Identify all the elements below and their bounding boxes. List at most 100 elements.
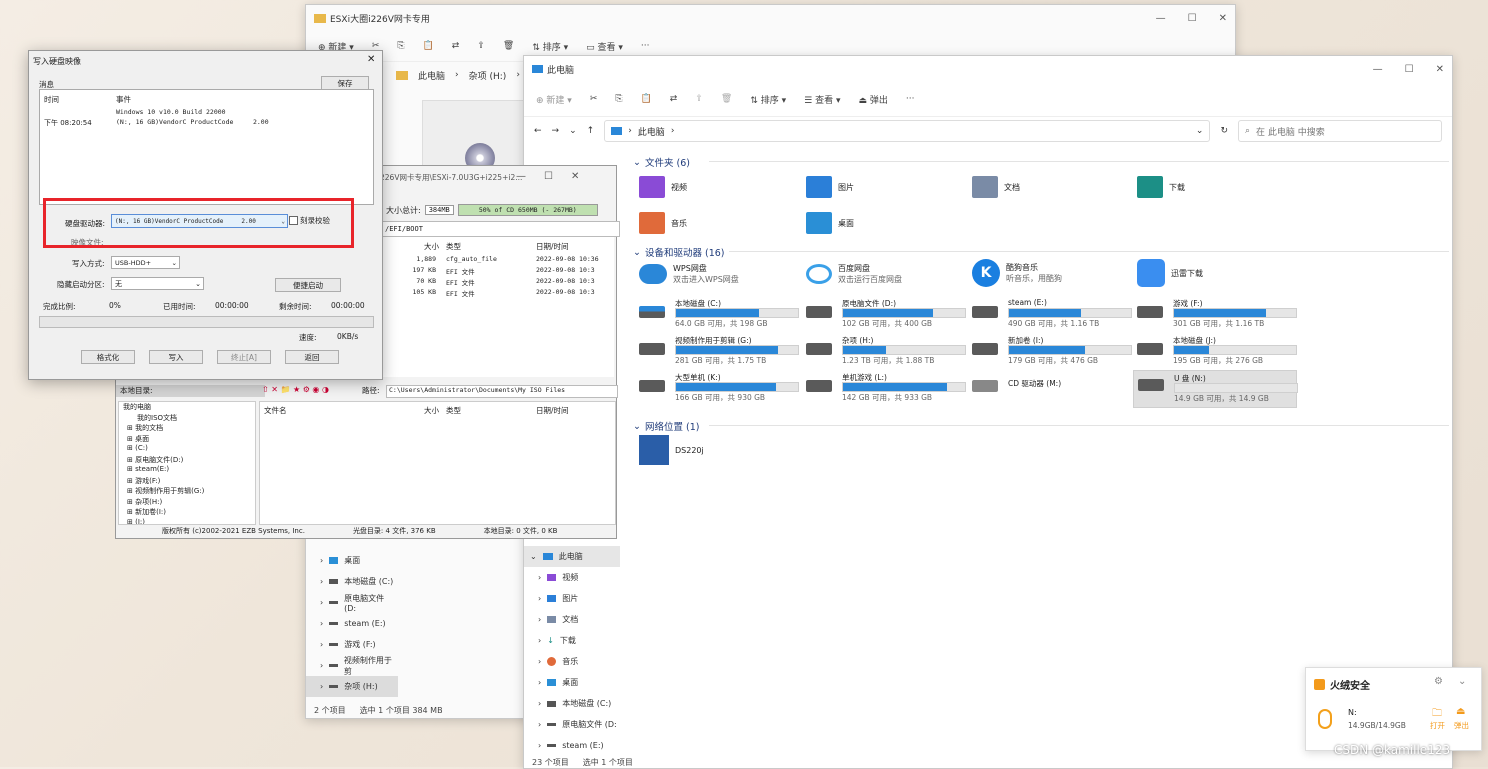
address-box[interactable]: › 此电脑 › ⌄ — [604, 120, 1211, 142]
collapse-icon[interactable]: ⌄ — [1458, 676, 1466, 687]
eject-button[interactable]: ⏏ 弹出 — [858, 93, 887, 106]
cloud-wps[interactable]: WPS网盘 双击进入WPS网盘 — [639, 263, 739, 285]
hide-partition-select[interactable]: 无 ⌄ — [111, 277, 204, 290]
share-icon[interactable]: ⇪ — [695, 94, 703, 104]
iso-file-row[interactable]: 1,889 cfg_auto_file 2022-09-08 10:36 — [380, 255, 614, 265]
copy-icon[interactable]: ⎘ — [615, 94, 622, 104]
close-button[interactable]: ✕ — [1219, 13, 1227, 24]
section-header-folders[interactable]: ⌄ 文件夹 (6) — [633, 155, 690, 170]
local-toolbar[interactable]: ⇧ ✕ 📁 ★ ⚙ ◉ ◑ — [262, 385, 362, 397]
close-button[interactable]: ✕ — [367, 54, 375, 65]
drive-l[interactable]: 单机游戏 (L:) 142 GB 可用，共 933 GB — [806, 372, 966, 402]
folder-music[interactable]: 音乐 — [639, 212, 687, 234]
nav-item[interactable]: › 视频制作用于剪 — [306, 655, 398, 676]
refresh-icon[interactable]: ↻ — [1220, 126, 1228, 136]
drive-f[interactable]: 游戏 (F:) 301 GB 可用，共 1.16 TB — [1137, 298, 1297, 328]
drive-m[interactable]: CD 驱动器 (M:) — [972, 372, 1132, 402]
nav-item[interactable]: › steam (E:) — [524, 735, 620, 756]
sort-button[interactable]: ⇅ 排序 ▾ — [532, 40, 568, 53]
iso-file-row[interactable]: 197 KB EFI 文件 2022-09-08 10:3 — [380, 266, 614, 276]
close-button[interactable]: ✕ — [571, 171, 579, 182]
local-file-list[interactable]: 文件名 大小 类型 日期/时间 — [259, 401, 616, 525]
iso-file-row[interactable]: 105 KB EFI 文件 2022-09-08 10:3 — [380, 288, 614, 298]
share-icon[interactable]: ⇪ — [477, 41, 485, 51]
quick-boot-button[interactable]: 便捷启动 — [275, 278, 341, 292]
tree-item[interactable]: ⊞ 视频制作用于剪辑(G:) — [121, 486, 255, 497]
abort-button[interactable]: 终止[A] — [217, 350, 271, 364]
drive-n[interactable]: U 盘 (N:) 14.9 GB 可用，共 14.9 GB — [1133, 370, 1298, 408]
nav-item[interactable]: › steam (E:) — [306, 613, 398, 634]
folder-videos[interactable]: 视频 — [639, 176, 687, 198]
more-button[interactable]: ··· — [641, 41, 650, 51]
delete-icon[interactable]: 🗑 — [503, 41, 514, 51]
open-button[interactable]: 打开 — [1430, 720, 1445, 731]
tree-item[interactable]: ⊞ 杂项(H:) — [121, 497, 255, 508]
cloud-baidu[interactable]: 百度网盘 双击运行百度网盘 — [806, 263, 902, 285]
tree-item[interactable]: ⊞ steam(E:) — [121, 465, 255, 476]
cloud-kugou[interactable]: K 酷狗音乐 听音乐，用酷狗 — [972, 259, 1062, 287]
maximize-button[interactable]: ☐ — [544, 171, 553, 182]
log-list[interactable]: 时间 事件 Windows 10 v10.0 Build 22000 下午 08… — [39, 89, 374, 205]
iso-file-row[interactable]: 70 KB EFI 文件 2022-09-08 10:3 — [380, 277, 614, 287]
paste-icon[interactable]: 📋 — [641, 94, 652, 104]
drive-h[interactable]: 杂项 (H:) 1.23 TB 可用，共 1.88 TB — [806, 335, 966, 365]
drive-g[interactable]: 视频制作用于剪辑 (G:) 281 GB 可用，共 1.75 TB — [639, 335, 799, 365]
nav-item[interactable]: › ↓ 下载 — [524, 630, 620, 651]
write-button[interactable]: 写入 — [149, 350, 203, 364]
view-button[interactable]: ☰ 查看 ▾ — [804, 93, 840, 106]
breadcrumb-item[interactable]: 此电脑 — [418, 69, 445, 82]
tree-item[interactable]: ⊞ 新加卷(I:) — [121, 507, 255, 518]
section-header-devices[interactable]: ⌄ 设备和驱动器 (16) — [633, 245, 725, 260]
nav-item[interactable]: › 游戏 (F:) — [306, 634, 398, 655]
drive-k[interactable]: 大型单机 (K:) 166 GB 可用，共 930 GB — [639, 372, 799, 402]
nav-item-this-pc[interactable]: ⌄ 此电脑 — [524, 546, 620, 567]
nav-item[interactable]: › 图片 — [524, 588, 620, 609]
breadcrumb-item[interactable]: 此电脑 — [638, 125, 665, 138]
delete-icon[interactable]: 🗑 — [721, 94, 732, 104]
new-button[interactable]: ⊕ 新建 ▾ — [536, 93, 572, 106]
copy-icon[interactable]: ⎘ — [397, 41, 404, 51]
nav-item[interactable]: › 原电脑文件 (D: — [306, 592, 398, 613]
section-header-network[interactable]: ⌄ 网络位置 (1) — [633, 419, 699, 434]
write-mode-select[interactable]: USB-HDD+ ⌄ — [111, 256, 180, 269]
chevron-down-icon[interactable]: ⌄ — [569, 126, 577, 136]
drive-i[interactable]: 新加卷 (I:) 179 GB 可用，共 476 GB — [972, 335, 1132, 365]
drive-j[interactable]: 本地磁盘 (J:) 195 GB 可用，共 276 GB — [1137, 335, 1297, 365]
close-button[interactable]: ✕ — [1436, 64, 1444, 75]
forward-icon[interactable]: → — [552, 126, 560, 136]
cloud-xunlei[interactable]: 迅雷下载 — [1137, 259, 1203, 287]
return-button[interactable]: 返回 — [285, 350, 339, 364]
maximize-button[interactable]: ☐ — [1405, 64, 1414, 75]
tree-item[interactable]: ⊞ 桌面 — [121, 434, 255, 445]
up-icon[interactable]: ↑ — [587, 126, 595, 136]
drive-d[interactable]: 原电脑文件 (D:) 102 GB 可用，共 400 GB — [806, 298, 966, 328]
more-button[interactable]: ··· — [906, 94, 915, 104]
breadcrumb-item[interactable]: 杂项 (H:) — [469, 69, 507, 82]
tree-item[interactable]: ⊞ (J:) — [121, 518, 255, 525]
tree-item[interactable]: ⊞ (C:) — [121, 444, 255, 455]
local-path-input[interactable]: C:\Users\Administrator\Documents\My ISO … — [386, 385, 618, 398]
folder-downloads[interactable]: 下载 — [1137, 176, 1185, 198]
rename-icon[interactable]: ⇄ — [670, 94, 678, 104]
drive-e[interactable]: steam (E:) 490 GB 可用，共 1.16 TB — [972, 298, 1132, 328]
folder-pictures[interactable]: 图片 — [806, 176, 854, 198]
nav-item[interactable]: › 桌面 — [524, 672, 620, 693]
tree-item[interactable]: ⊞ 原电脑文件(D:) — [121, 455, 255, 466]
eject-icon[interactable]: ⏏ — [1456, 706, 1465, 717]
nav-item[interactable]: › 视频 — [524, 567, 620, 588]
tree-item[interactable]: 我的电脑 — [121, 402, 255, 413]
maximize-button[interactable]: ☐ — [1188, 13, 1197, 24]
tree-item[interactable]: ⊞ 我的文档 — [121, 423, 255, 434]
chevron-down-icon[interactable]: ⌄ — [1196, 126, 1204, 136]
nav-item[interactable]: › 杂项 (H:) — [306, 676, 398, 697]
format-button[interactable]: 格式化 — [81, 350, 135, 364]
minimize-button[interactable]: — — [516, 171, 526, 182]
cut-icon[interactable]: ✂ — [590, 94, 598, 104]
paste-icon[interactable]: 📋 — [423, 41, 434, 51]
tree-item[interactable]: 我的ISO文档 — [121, 413, 255, 424]
gear-icon[interactable]: ⚙ — [1434, 676, 1443, 687]
search-input[interactable]: ⌕ 在 此电脑 中搜索 — [1238, 120, 1442, 142]
nav-item[interactable]: › 音乐 — [524, 651, 620, 672]
nav-item[interactable]: › 桌面 — [306, 550, 398, 571]
folder-desktop[interactable]: 桌面 — [806, 212, 854, 234]
